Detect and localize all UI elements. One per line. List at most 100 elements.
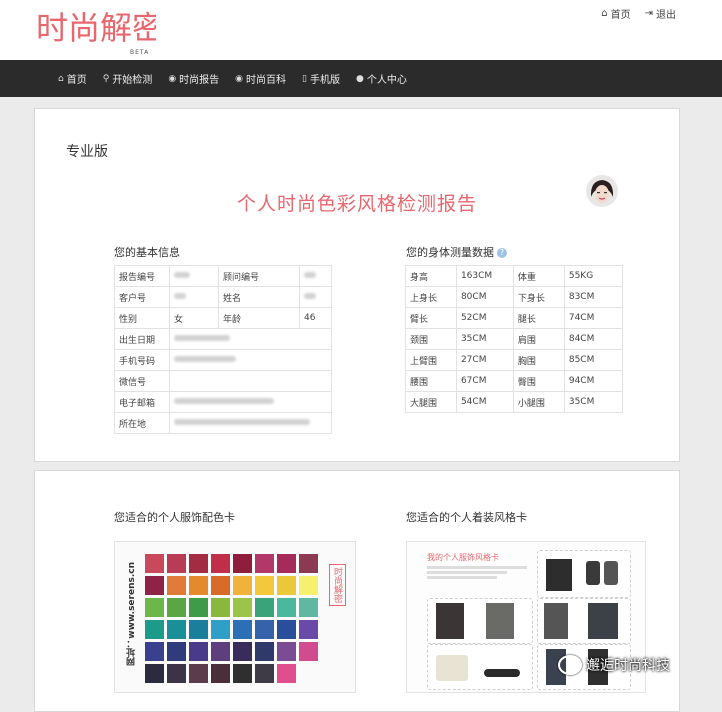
table-row: 大腿围 54CM 小腿围 35CM: [405, 391, 624, 413]
outfit-panel: [427, 598, 533, 644]
color-swatch: [211, 642, 230, 661]
nav-item-0[interactable]: ⌂ 首页: [58, 71, 87, 87]
top-home-link[interactable]: ⌂ 首页: [601, 6, 630, 21]
color-swatch: [167, 620, 186, 639]
color-swatch: [233, 576, 252, 595]
measure-label: 体重: [512, 265, 565, 287]
advisor-no-label: 顾问编号: [218, 265, 300, 287]
body-heading-label: 您的身体测量数据: [406, 246, 494, 259]
shoe-image: [484, 669, 520, 677]
color-swatch: [145, 598, 164, 617]
color-swatch: [167, 598, 186, 617]
color-card-stamp: 时尚解密: [329, 564, 346, 606]
nav-item-label: 时尚百科: [246, 75, 287, 86]
main-navbar: ⌂ 首页 ⚲ 开始检测 ◉ 时尚报告 ◉ 时尚百科 ▯ 手机版 ● 个人中心: [0, 60, 722, 97]
color-swatch: [233, 642, 252, 661]
name-label: 姓名: [218, 286, 300, 308]
color-swatch: [233, 598, 252, 617]
home-icon: ⌂: [58, 73, 64, 84]
color-swatch: [277, 620, 296, 639]
table-row: 腰围 67CM 臀围 94CM: [405, 370, 624, 392]
nav-item-label: 开始检测: [112, 75, 153, 86]
nav-item-2[interactable]: ◉ 时尚报告: [168, 71, 220, 87]
measure-value: 74CM: [563, 307, 624, 329]
color-swatch: [145, 554, 164, 573]
nav-item-3[interactable]: ◉ 时尚百科: [235, 71, 287, 87]
color-swatch: [211, 598, 230, 617]
phone-label: 手机号码: [114, 349, 170, 371]
color-swatch: [189, 598, 208, 617]
wechat-label: 微信号: [114, 370, 170, 392]
measure-value: 35CM: [455, 328, 514, 350]
measure-value: 94CM: [563, 370, 624, 392]
watch-image: [604, 561, 618, 585]
nav-item-1[interactable]: ⚲ 开始检测: [103, 71, 153, 87]
color-swatch: [299, 620, 318, 639]
coat-image: [486, 603, 514, 639]
nav-item-label: 时尚报告: [179, 75, 220, 86]
color-card[interactable]: 网址：www.serens.cn 时尚解密: [114, 541, 356, 693]
nav-item-label: 首页: [66, 75, 87, 86]
wechat-icon: [558, 655, 582, 675]
swatch-grid: [145, 554, 318, 683]
color-swatch: [211, 576, 230, 595]
nav-item-5[interactable]: ● 个人中心: [356, 71, 407, 87]
measure-value: 55KG: [563, 265, 624, 287]
color-swatch: [277, 598, 296, 617]
top-links: ⌂ 首页 ⇥ 退出: [601, 6, 676, 21]
color-swatch: [211, 620, 230, 639]
style-card-heading: 您适合的个人着装风格卡: [406, 511, 527, 524]
gender-value: 女: [169, 307, 219, 329]
table-row: 身高 163CM 体重 55KG: [405, 265, 624, 287]
gender-label: 性别: [114, 307, 170, 329]
color-swatch: [277, 642, 296, 661]
color-swatch: [189, 620, 208, 639]
color-swatch: [233, 554, 252, 573]
measure-value: 80CM: [455, 286, 514, 308]
location-value: [169, 412, 332, 434]
help-icon[interactable]: ?: [497, 248, 507, 258]
logo-badge: BETA: [130, 49, 149, 56]
color-swatch: [255, 576, 274, 595]
avatar-image: [586, 175, 618, 207]
style-card-title: 我的个人服饰风格卡: [427, 553, 499, 562]
color-swatch: [145, 642, 164, 661]
report-title: 个人时尚色彩风格检测报告: [236, 193, 477, 215]
site-logo[interactable]: 时尚解密 BETA: [36, 6, 164, 56]
bag-shoe-panel: [427, 644, 533, 690]
coat-image: [544, 603, 568, 639]
measure-label: 颈围: [405, 328, 457, 350]
cards-panel: 您适合的个人服饰配色卡 您适合的个人着装风格卡 网址：www.serens.cn…: [34, 470, 680, 712]
table-row: 颈围 35CM 肩围 84CM: [405, 328, 624, 350]
color-swatch: [167, 664, 186, 683]
home-icon: ⌂: [601, 8, 608, 19]
table-row: 出生日期: [114, 328, 332, 350]
watch-image: [586, 561, 600, 585]
name-value: [299, 286, 332, 308]
table-row: 上臂围 27CM 胸围 85CM: [405, 349, 624, 371]
measure-value: 67CM: [455, 370, 514, 392]
report-no-label: 报告编号: [114, 265, 170, 287]
nav-item-label: 手机版: [309, 75, 340, 86]
table-row: 性别 女 年龄 46: [114, 307, 332, 329]
logo-graphic: 时尚解密 BETA: [36, 9, 164, 56]
age-value: 46: [299, 307, 332, 329]
measure-label: 臀围: [512, 370, 565, 392]
measure-label: 臂长: [405, 307, 457, 329]
measure-value: 52CM: [455, 307, 514, 329]
measure-label: 腰围: [405, 370, 457, 392]
logout-link[interactable]: ⇥ 退出: [645, 6, 676, 21]
measure-label: 下身长: [512, 286, 565, 308]
email-label: 电子邮箱: [114, 391, 170, 413]
top-home-label: 首页: [610, 10, 631, 21]
color-swatch: [167, 642, 186, 661]
accessory-panel: [537, 550, 631, 598]
measure-label: 肩围: [512, 328, 565, 350]
style-card-notes: [427, 564, 527, 581]
table-row: 电子邮箱: [114, 391, 332, 413]
color-swatch: [145, 620, 164, 639]
basic-info-table: 报告编号 顾问编号 客户号 姓名 性别 女 年龄 46 出生日期 手机号码 微信…: [114, 265, 332, 434]
nav-item-4[interactable]: ▯ 手机版: [302, 71, 340, 87]
color-swatch: [233, 664, 252, 683]
color-swatch: [189, 576, 208, 595]
